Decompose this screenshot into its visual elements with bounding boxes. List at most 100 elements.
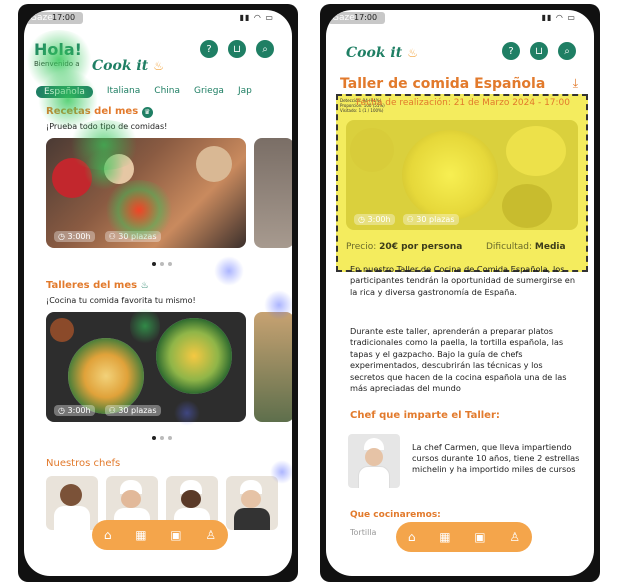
recetas-title: Recetas del mes ♛: [46, 106, 153, 118]
recipe-card-info: ◷ 3:00h ⚇ 30 plazas: [54, 231, 161, 242]
chef-photo: [241, 490, 261, 508]
chef-photo: [121, 490, 141, 508]
profile-icon[interactable]: ♙: [205, 528, 216, 542]
cart-icon[interactable]: ⊔: [228, 40, 246, 58]
recipe-time-text: 3:00h: [67, 232, 91, 241]
description-paragraph: Durante este taller, aprenderán a prepar…: [350, 326, 567, 394]
workshop-places-text: 30 plazas: [118, 406, 157, 415]
status-time: 17:00: [52, 13, 76, 22]
calendar-icon[interactable]: ▦: [439, 530, 450, 544]
workshop-time: ◷ 3:00h: [54, 405, 95, 416]
workshop-places-text: 30 plazas: [416, 215, 455, 224]
brand-logo[interactable]: Cook it ♨: [346, 42, 418, 61]
chef-tile[interactable]: [46, 476, 98, 530]
carousel-dot[interactable]: [160, 262, 164, 266]
bottom-nav: ⌂ ▦ ▣ ♙: [396, 522, 532, 552]
chef-section-title: Chef que imparte el Taller:: [350, 410, 500, 421]
tab-espanola[interactable]: Española: [36, 86, 93, 98]
chef-photo: [60, 484, 82, 506]
hero-info: ◷ 3:00h ⚇ 30 plazas: [354, 214, 459, 225]
food-bowl: [156, 318, 232, 394]
recipe-places: ⚇ 30 plazas: [104, 231, 161, 242]
home-icon[interactable]: ⌂: [104, 528, 112, 542]
home-screen: Gaze 17:00 ▮▮ ◠ ▭ Hola! Bienvenido a Coo…: [24, 10, 292, 576]
bottom-nav: ⌂ ▦ ▣ ♙: [92, 520, 228, 550]
people-photo: [52, 158, 92, 198]
download-icon[interactable]: ⤓: [573, 76, 578, 91]
gallery-icon[interactable]: ▣: [170, 528, 181, 542]
price-value: 20€ por persona: [379, 242, 463, 252]
chef-photo: [54, 506, 90, 530]
pot-icon: ♨: [153, 59, 165, 73]
brand-logo: Cook it ♨: [92, 55, 164, 74]
tab-griega[interactable]: Griega: [194, 86, 224, 98]
description-paragraph: En nuestro Taller de Cocina de Comida Es…: [350, 264, 576, 297]
price-label: Precio:: [346, 242, 377, 252]
recipe-card[interactable]: ◷ 3:00h ⚇ 30 plazas: [46, 138, 246, 248]
side-dish: [350, 128, 394, 172]
carousel-dot[interactable]: [152, 436, 156, 440]
profile-icon[interactable]: ♙: [509, 530, 520, 544]
detail-screen: Gaze 17:00 ▮▮ ◠ ▭ Cook it ♨ ? ⊔ ⌕ Taller…: [326, 10, 594, 576]
workshop-time-text: 3:00h: [67, 406, 91, 415]
carousel-dots-2: [152, 436, 172, 440]
workshop-card-next[interactable]: [254, 312, 292, 422]
workshop-card[interactable]: ◷ 3:00h ⚇ 30 plazas: [46, 312, 246, 422]
food-bowl: [68, 338, 144, 414]
greeting: Hola!: [34, 40, 82, 59]
carousel-dot[interactable]: [160, 436, 164, 440]
chef-photo: [348, 434, 400, 488]
workshop-card-info: ◷ 3:00h ⚇ 30 plazas: [54, 405, 161, 416]
chef-tile[interactable]: [226, 476, 278, 530]
status-icons: ▮▮ ◠ ▭: [541, 13, 576, 22]
help-icon[interactable]: ?: [200, 40, 218, 58]
recetas-subtitle: ¡Prueba todo tipo de comidas!: [46, 122, 168, 131]
chef-hat-icon: ♛: [141, 107, 153, 118]
talleres-title: Talleres del mes ♨: [46, 280, 149, 291]
people-photo: [104, 154, 134, 184]
calendar-icon[interactable]: ▦: [135, 528, 146, 542]
canvas: Gaze 17:00 ▮▮ ◠ ▭ Hola! Bienvenido a Coo…: [0, 0, 628, 588]
header-actions: ? ⊔ ⌕: [502, 42, 576, 60]
chef-photo: [181, 490, 201, 508]
carousel-dot[interactable]: [152, 262, 156, 266]
status-bar: Gaze 17:00 ▮▮ ◠ ▭: [326, 10, 594, 32]
menu-section-title: Que cocinaremos:: [350, 510, 441, 520]
chef-bio: La chef Carmen, que lleva impartiendo cu…: [412, 442, 580, 475]
price: Precio: 20€ por persona: [346, 242, 462, 252]
workshop-places: ⚇ 30 plazas: [104, 405, 161, 416]
welcome-text: Bienvenido a: [34, 60, 80, 68]
header-actions: ? ⊔ ⌕: [200, 40, 274, 58]
cuisine-tabs: Española Italiana China Griega Jap: [36, 86, 252, 98]
gallery-icon[interactable]: ▣: [474, 530, 485, 544]
workshop-time: ◷ 3:00h: [354, 214, 395, 225]
difficulty: Dificultad: Media: [486, 242, 566, 252]
recipe-card-next[interactable]: [254, 138, 292, 248]
search-icon[interactable]: ⌕: [558, 42, 576, 60]
pot-icon: ♨: [407, 46, 419, 60]
carousel-dot[interactable]: [168, 262, 172, 266]
difficulty-value: Media: [534, 242, 566, 252]
tab-japonesa[interactable]: Jap: [238, 86, 252, 98]
tab-china[interactable]: China: [154, 86, 180, 98]
home-icon[interactable]: ⌂: [408, 530, 416, 544]
menu-item: Tortilla: [350, 528, 377, 537]
recetas-title-text: Recetas del mes: [46, 106, 139, 117]
phone-detail: Gaze 17:00 ▮▮ ◠ ▭ Cook it ♨ ? ⊔ ⌕ Taller…: [320, 4, 600, 582]
status-time: 17:00: [354, 13, 378, 22]
tab-italiana[interactable]: Italiana: [107, 86, 140, 98]
chef-jacket: [358, 466, 390, 488]
food-bowl: [50, 318, 74, 342]
phone-home: Gaze 17:00 ▮▮ ◠ ▭ Hola! Bienvenido a Coo…: [18, 4, 298, 582]
side-dish: [506, 126, 566, 176]
workshop-time-text: 3:00h: [367, 215, 391, 224]
heatmap-spot: [38, 70, 98, 130]
chef-face: [365, 448, 383, 466]
search-icon[interactable]: ⌕: [256, 40, 274, 58]
paella-pan: [402, 130, 498, 220]
help-icon[interactable]: ?: [502, 42, 520, 60]
talleres-subtitle: ¡Cocina tu comida favorita tu mismo!: [46, 296, 196, 305]
carousel-dot[interactable]: [168, 436, 172, 440]
page-title: Taller de comida Española: [340, 76, 546, 92]
cart-icon[interactable]: ⊔: [530, 42, 548, 60]
